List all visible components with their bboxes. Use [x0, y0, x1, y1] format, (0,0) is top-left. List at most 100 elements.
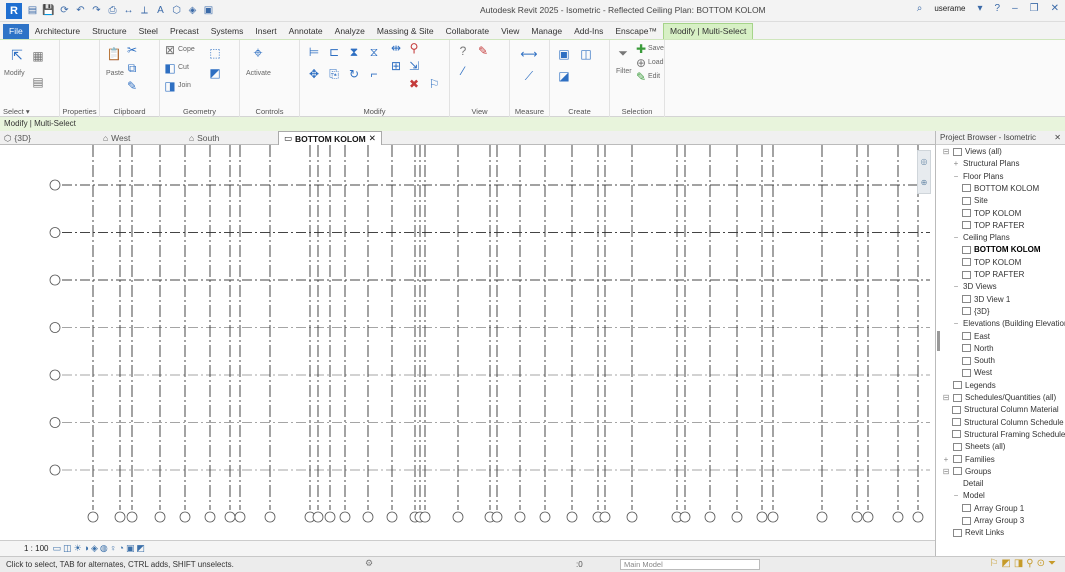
help-icon[interactable]: ?: [995, 3, 1001, 14]
browser-tree-item[interactable]: Structural Column Schedule: [952, 418, 1064, 427]
expand-toggle-icon[interactable]: −: [952, 319, 960, 328]
scale-icon[interactable]: ⇲: [408, 59, 420, 73]
dimension-icon[interactable]: ⟋: [520, 68, 538, 84]
create-parts-icon[interactable]: ◫: [578, 46, 594, 62]
browser-tree-item[interactable]: TOP RAFTER: [962, 270, 1024, 279]
ribbon-tab[interactable]: Enscape™: [609, 24, 663, 39]
grid-bubble[interactable]: [339, 511, 351, 523]
ribbon-tab[interactable]: Massing & Site: [371, 24, 440, 39]
view-tab-south[interactable]: ⌂ South: [189, 131, 219, 145]
cope-label[interactable]: Cope: [178, 46, 195, 53]
drawing-canvas[interactable]: [0, 145, 935, 540]
browser-tree-item[interactable]: − Floor Plans: [952, 172, 1004, 181]
grid-bubble[interactable]: [452, 511, 464, 523]
grid-bubble[interactable]: [234, 511, 246, 523]
create-assembly-icon[interactable]: ▣: [556, 46, 572, 62]
grid-bubble[interactable]: [224, 511, 236, 523]
browser-tree-item[interactable]: BOTTOM KOLOM: [962, 184, 1039, 193]
grid-bubble[interactable]: [87, 511, 99, 523]
close-icon[interactable]: ✕: [1054, 133, 1061, 142]
save-selection-label[interactable]: Save: [648, 45, 664, 52]
grid-bubble[interactable]: [851, 511, 863, 523]
ribbon-tab[interactable]: File: [3, 24, 29, 39]
expand-toggle-icon[interactable]: ⊟: [942, 147, 950, 156]
align-icon[interactable]: ⊨: [306, 44, 322, 60]
cut-label[interactable]: Cut: [178, 64, 189, 71]
cart-icon[interactable]: ▾: [977, 3, 982, 14]
grid-bubble[interactable]: [731, 511, 743, 523]
split-icon[interactable]: ⇹: [390, 41, 402, 55]
expand-toggle-icon[interactable]: −: [952, 491, 960, 500]
load-selection-icon[interactable]: ⊕: [636, 56, 646, 70]
ribbon-tab[interactable]: Collaborate: [440, 24, 495, 39]
ribbon-tab[interactable]: Insert: [249, 24, 282, 39]
ribbon-tab[interactable]: Structure: [86, 24, 133, 39]
browser-tree-item[interactable]: ⊟ Groups: [942, 467, 992, 476]
ribbon-tab[interactable]: Steel: [133, 24, 164, 39]
dimension-icon[interactable]: ⟂: [138, 4, 151, 17]
ribbon-tab[interactable]: Systems: [205, 24, 250, 39]
zoom-icon[interactable]: ⊕: [921, 178, 928, 187]
browser-tree-item[interactable]: − Model: [952, 491, 985, 500]
copy-modify-icon[interactable]: ⎘: [326, 66, 342, 82]
grid-bubble[interactable]: [514, 511, 526, 523]
design-option-select[interactable]: Main Model: [620, 559, 760, 570]
grid-bubble[interactable]: [491, 511, 503, 523]
browser-tree-item[interactable]: Structural Framing Schedule: [952, 430, 1065, 439]
hide-icon[interactable]: ?: [456, 44, 470, 58]
grid-bubble[interactable]: [49, 417, 61, 428]
paste-icon[interactable]: 📋: [106, 46, 122, 62]
unpin-icon[interactable]: ⚐: [428, 77, 440, 91]
ribbon-tab[interactable]: Analyze: [329, 24, 371, 39]
view-tab-bottom-kolom[interactable]: ▭ BOTTOM KOLOM ✕: [278, 131, 382, 145]
paint-icon[interactable]: ◩: [208, 66, 222, 80]
measure-icon[interactable]: ↔: [122, 4, 135, 17]
browser-tree-item[interactable]: ⊟ Schedules/Quantities (all): [942, 393, 1057, 402]
grid-drawing[interactable]: [0, 145, 935, 540]
grid-bubble[interactable]: [912, 511, 924, 523]
browser-tree-item[interactable]: TOP RAFTER: [962, 221, 1024, 230]
group-label-select[interactable]: Select ▾: [0, 107, 59, 116]
load-selection-label[interactable]: Load: [648, 59, 664, 66]
expand-toggle-icon[interactable]: +: [942, 455, 950, 464]
expand-toggle-icon[interactable]: −: [952, 172, 960, 181]
3d-icon[interactable]: ⬡: [170, 4, 183, 17]
grid-bubble[interactable]: [626, 511, 638, 523]
mirror-draw-icon[interactable]: ⧖: [366, 44, 382, 60]
view-tab-3d[interactable]: ⬡ {3D}: [4, 131, 31, 145]
override-icon[interactable]: ✎: [476, 44, 490, 58]
join-label[interactable]: Join: [178, 82, 191, 89]
view-tab-west[interactable]: ⌂ West: [103, 131, 130, 145]
pin-icon[interactable]: ⚲: [408, 41, 420, 55]
grid-bubble[interactable]: [816, 511, 828, 523]
browser-tree-item[interactable]: BOTTOM KOLOM: [962, 245, 1041, 254]
properties-icon[interactable]: ▤: [30, 74, 46, 90]
browser-tree-item[interactable]: − Ceiling Plans: [952, 233, 1010, 242]
ribbon-tab[interactable]: Precast: [164, 24, 205, 39]
browser-tree-item[interactable]: Site: [962, 196, 988, 205]
trim-icon[interactable]: ⌐: [366, 66, 382, 82]
browser-tree-item[interactable]: South: [962, 356, 995, 365]
browser-tree-item[interactable]: Revit Links: [942, 528, 1004, 537]
expand-toggle-icon[interactable]: −: [952, 282, 960, 291]
grid-bubble[interactable]: [362, 511, 374, 523]
browser-tree-item[interactable]: −3D Views: [952, 282, 997, 291]
navigation-bar[interactable]: ◎ ⊕: [917, 150, 931, 194]
browser-tree-item[interactable]: ⊟ Views (all): [942, 147, 1002, 156]
edit-selection-icon[interactable]: ✎: [636, 70, 646, 84]
browser-tree-item[interactable]: − Elevations (Building Elevation): [952, 319, 1065, 328]
view-scale[interactable]: 1 : 100: [24, 544, 48, 553]
grid-bubble[interactable]: [679, 511, 691, 523]
maximize-icon[interactable]: ❐: [1030, 3, 1039, 14]
ribbon-tab[interactable]: Annotate: [283, 24, 329, 39]
grid-bubble[interactable]: [49, 179, 61, 191]
browser-tree-item[interactable]: + Families: [942, 455, 995, 464]
grid-bubble[interactable]: [756, 511, 768, 523]
text-icon[interactable]: A: [154, 4, 167, 17]
save-icon[interactable]: 💾: [42, 4, 55, 17]
copy-icon[interactable]: ⧉: [126, 61, 138, 75]
grid-bubble[interactable]: [204, 511, 216, 523]
grid-bubble[interactable]: [599, 511, 611, 523]
expand-toggle-icon[interactable]: −: [952, 233, 960, 242]
grid-bubble[interactable]: [539, 511, 551, 523]
